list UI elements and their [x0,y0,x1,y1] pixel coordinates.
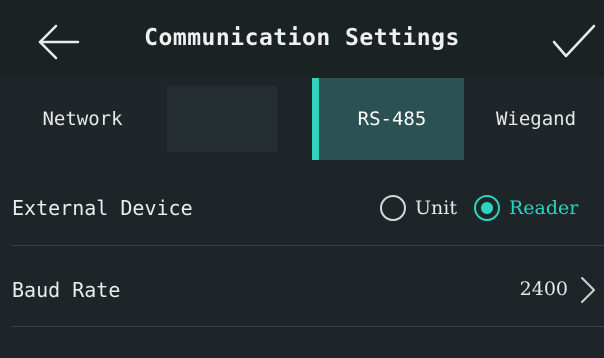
tab-blank[interactable] [167,86,277,152]
chevron-right-icon[interactable] [578,274,598,306]
radio-unit-circle[interactable] [380,195,406,221]
checkmark-icon[interactable] [548,20,598,64]
radio-reader[interactable]: Reader [473,195,579,221]
radio-reader-label: Reader [508,197,579,219]
radio-unit[interactable]: Unit [380,195,474,221]
baud-rate-value: 2400 [519,278,568,300]
tab-rs485[interactable]: RS-485 [312,78,464,160]
header-bar: Communication Settings [0,0,604,78]
tab-network-label: Network [42,108,123,130]
tab-wiegand[interactable]: Wiegand [468,78,604,160]
baud-rate-label: Baud Rate [12,278,121,302]
content-area [0,327,604,358]
selected-tab-indicator [312,78,319,160]
external-device-label: External Device [12,196,193,220]
radio-unit-label: Unit [415,197,457,219]
radio-reader-circle[interactable] [473,195,500,221]
baud-rate-row[interactable]: Baud Rate 2400 [0,250,604,330]
external-device-row: External Device Unit Reader [0,168,604,248]
page-title: Communication Settings [144,25,460,51]
tab-rs485-label: RS-485 [357,108,427,130]
tab-bar: Network RS-485 Wiegand [0,78,604,160]
external-device-radio-group: Unit Reader [380,192,578,224]
divider [12,245,604,246]
tab-wiegand-label: Wiegand [495,108,577,130]
tab-network[interactable]: Network [0,78,165,160]
